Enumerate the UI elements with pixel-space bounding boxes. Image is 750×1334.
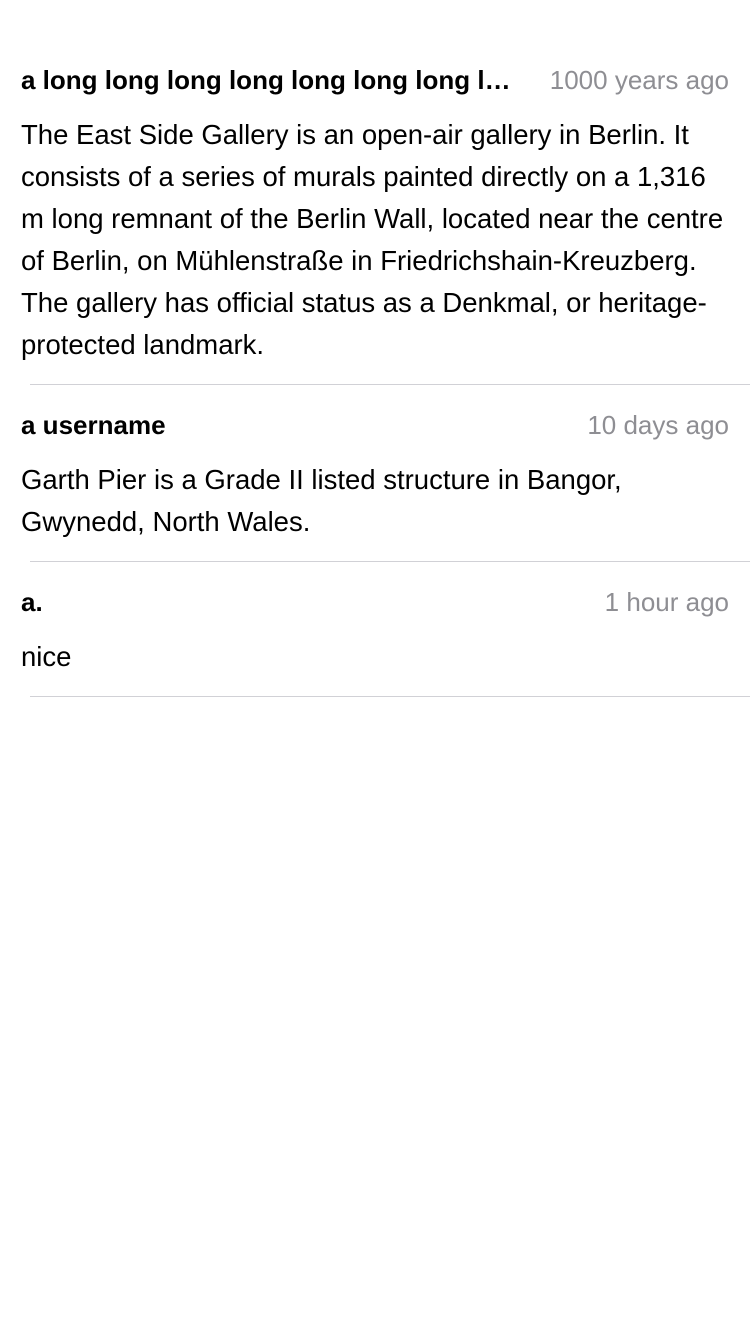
comment-text: nice [21,641,72,672]
comment-header: a username 10 days ago [21,405,750,445]
comment-time: 1 hour ago [604,586,729,617]
comment-item[interactable]: a long long long long long long long lon… [0,40,750,385]
comment-time: 10 days ago [587,409,729,440]
comment-text: Garth Pier is a Grade II listed structur… [21,464,622,537]
comment-header: a. 1 hour ago [21,582,750,622]
comment-header: a long long long long long long long lon… [21,60,750,100]
comment-time: 1000 years ago [549,64,729,95]
comment-item[interactable]: a. 1 hour ago nice [0,562,750,697]
comment-list: a long long long long long long long lon… [0,0,750,697]
comment-username: a username [21,409,166,440]
comment-item[interactable]: a username 10 days ago Garth Pier is a G… [0,385,750,562]
comment-username: a long long long long long long long lon… [21,64,526,95]
comment-text: The East Side Gallery is an open-air gal… [21,119,724,360]
comment-username: a. [21,586,43,617]
divider [30,696,750,697]
